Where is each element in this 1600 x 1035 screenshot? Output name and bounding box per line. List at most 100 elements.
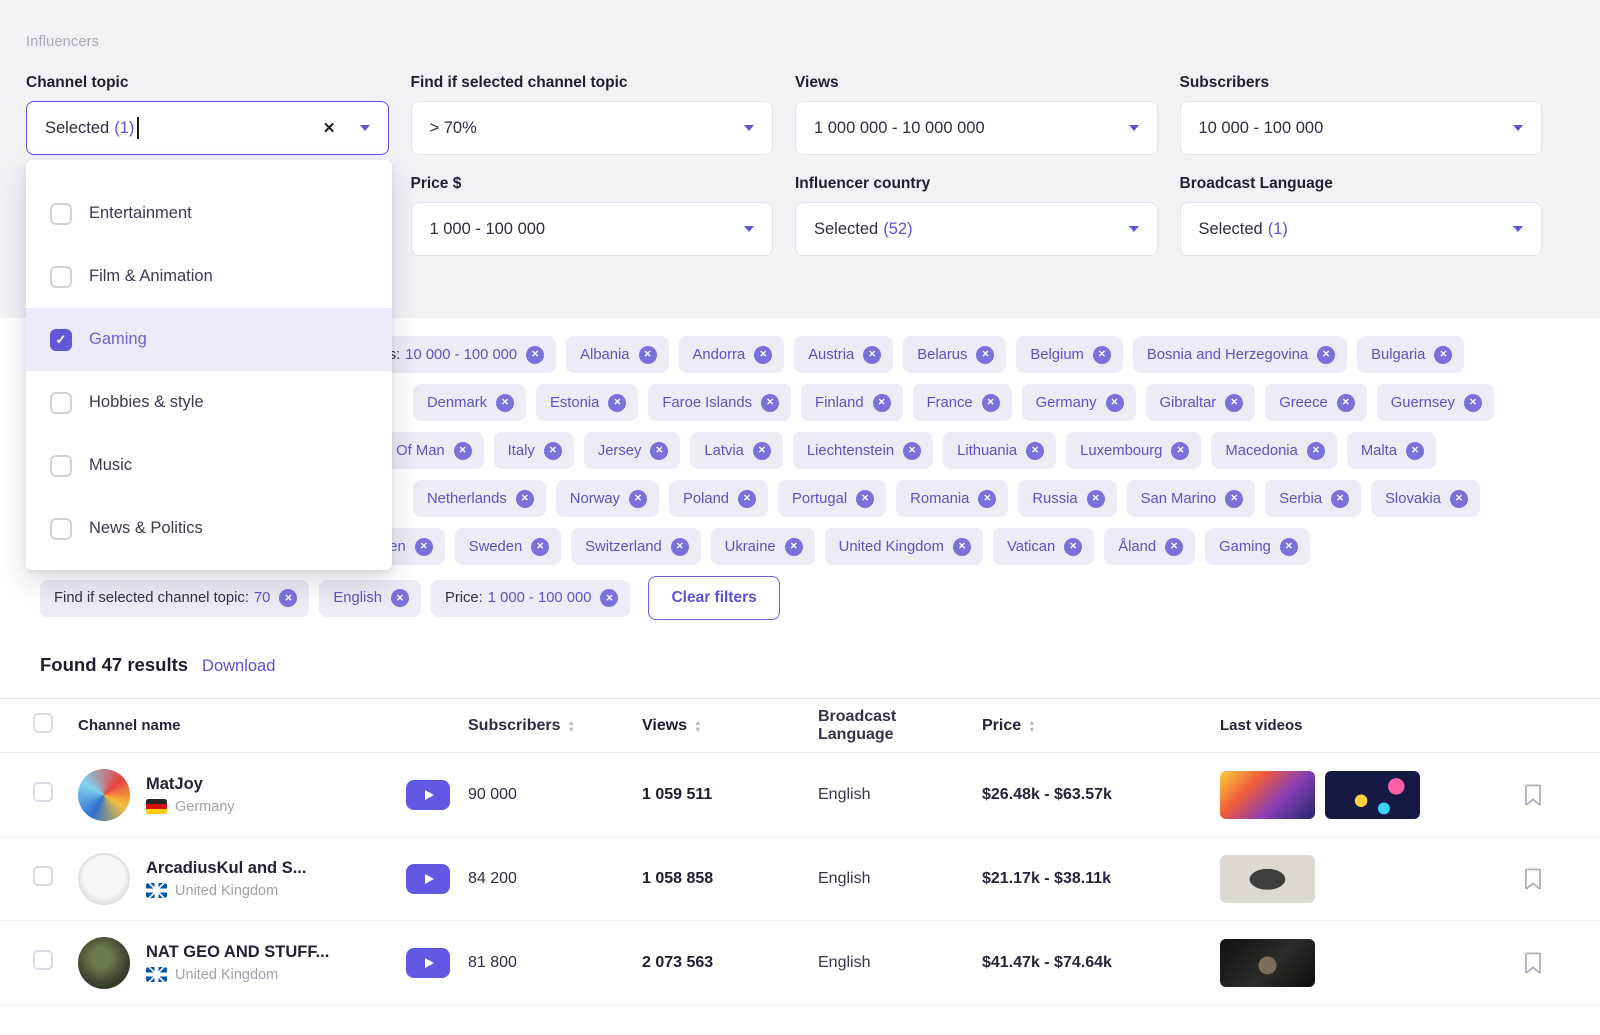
remove-chip-icon[interactable]: ✕ [516, 490, 534, 508]
remove-chip-icon[interactable]: ✕ [1337, 394, 1355, 412]
remove-chip-icon[interactable]: ✕ [600, 589, 618, 607]
remove-chip-icon[interactable]: ✕ [1225, 490, 1243, 508]
remove-chip-icon[interactable]: ✕ [978, 490, 996, 508]
channel-name[interactable]: ArcadiusKul and S... [146, 859, 306, 878]
filter-chip: Slovakia ✕ [1371, 480, 1480, 517]
channel-country: United Kingdom [175, 883, 278, 899]
bookmark-icon[interactable] [1523, 951, 1543, 975]
topic-option[interactable]: Hobbies & style [26, 371, 392, 434]
channel-name[interactable]: NAT GEO AND STUFF... [146, 943, 329, 962]
remove-chip-icon[interactable]: ✕ [1093, 346, 1111, 364]
remove-chip-icon[interactable]: ✕ [1434, 346, 1452, 364]
chip-value: Romania [910, 491, 969, 507]
remove-chip-icon[interactable]: ✕ [754, 346, 772, 364]
sort-icon[interactable] [567, 719, 574, 733]
bookmark-icon[interactable] [1523, 867, 1543, 891]
youtube-play-button[interactable] [406, 948, 450, 978]
remove-chip-icon[interactable]: ✕ [761, 394, 779, 412]
remove-chip-icon[interactable]: ✕ [856, 490, 874, 508]
video-thumbnail[interactable] [1325, 771, 1420, 819]
find-topic-select[interactable]: > 70% [411, 101, 774, 155]
remove-chip-icon[interactable]: ✕ [415, 538, 433, 556]
topic-option[interactable]: News & Politics [26, 497, 392, 560]
remove-chip-icon[interactable]: ✕ [608, 394, 626, 412]
video-thumbnail[interactable] [1220, 939, 1315, 987]
clear-selection-icon[interactable]: ✕ [323, 119, 336, 137]
remove-chip-icon[interactable]: ✕ [1317, 346, 1335, 364]
chip-value: Estonia [550, 395, 599, 411]
price-select[interactable]: 1 000 - 100 000 [411, 202, 774, 256]
remove-chip-icon[interactable]: ✕ [1406, 442, 1424, 460]
header-subscribers[interactable]: Subscribers [462, 717, 636, 735]
remove-chip-icon[interactable]: ✕ [903, 442, 921, 460]
row-checkbox[interactable] [33, 866, 53, 886]
remove-chip-icon[interactable]: ✕ [639, 346, 657, 364]
header-views[interactable]: Views [636, 717, 812, 735]
filter-price: Price $ 1 000 - 100 000 [411, 175, 774, 256]
checkbox-icon[interactable] [50, 455, 72, 477]
checkbox-icon[interactable]: ✓ [50, 329, 72, 351]
row-checkbox[interactable] [33, 950, 53, 970]
remove-chip-icon[interactable]: ✕ [976, 346, 994, 364]
sort-icon[interactable] [1028, 719, 1035, 733]
remove-chip-icon[interactable]: ✕ [650, 442, 668, 460]
subscribers-select[interactable]: 10 000 - 100 000 [1180, 101, 1543, 155]
remove-chip-icon[interactable]: ✕ [1026, 442, 1044, 460]
remove-chip-icon[interactable]: ✕ [1307, 442, 1325, 460]
sort-icon[interactable] [694, 719, 701, 733]
remove-chip-icon[interactable]: ✕ [279, 589, 297, 607]
remove-chip-icon[interactable]: ✕ [526, 346, 544, 364]
remove-chip-icon[interactable]: ✕ [785, 538, 803, 556]
channel-name[interactable]: MatJoy [146, 775, 235, 794]
remove-chip-icon[interactable]: ✕ [1087, 490, 1105, 508]
header-channel-name[interactable]: Channel name [68, 717, 400, 734]
remove-chip-icon[interactable]: ✕ [1106, 394, 1124, 412]
remove-chip-icon[interactable]: ✕ [738, 490, 756, 508]
remove-chip-icon[interactable]: ✕ [544, 442, 562, 460]
header-price[interactable]: Price [976, 717, 1196, 735]
country-select[interactable]: Selected (52) [795, 202, 1158, 256]
checkbox-icon[interactable] [50, 518, 72, 540]
remove-chip-icon[interactable]: ✕ [1165, 538, 1183, 556]
youtube-play-button[interactable] [406, 780, 450, 810]
remove-chip-icon[interactable]: ✕ [873, 394, 891, 412]
remove-chip-icon[interactable]: ✕ [753, 442, 771, 460]
video-thumbnail[interactable] [1220, 855, 1315, 903]
topic-option[interactable]: Film & Animation [26, 245, 392, 308]
remove-chip-icon[interactable]: ✕ [629, 490, 647, 508]
remove-chip-icon[interactable]: ✕ [1331, 490, 1349, 508]
remove-chip-icon[interactable]: ✕ [391, 589, 409, 607]
checkbox-icon[interactable] [50, 392, 72, 414]
topic-option[interactable]: ✓ Gaming [26, 308, 392, 371]
remove-chip-icon[interactable]: ✕ [454, 442, 472, 460]
youtube-play-button[interactable] [406, 864, 450, 894]
row-checkbox[interactable] [33, 782, 53, 802]
remove-chip-icon[interactable]: ✕ [1225, 394, 1243, 412]
video-thumbnail[interactable] [1220, 771, 1315, 819]
download-link[interactable]: Download [202, 657, 275, 676]
remove-chip-icon[interactable]: ✕ [1280, 538, 1298, 556]
remove-chip-icon[interactable]: ✕ [1171, 442, 1189, 460]
checkbox-icon[interactable] [50, 203, 72, 225]
channel-topic-select[interactable]: Selected (1) ✕ [26, 101, 389, 155]
clear-filters-button[interactable]: Clear filters [648, 576, 779, 620]
selected-value: 10 000 - 100 000 [1199, 119, 1514, 138]
bookmark-icon[interactable] [1523, 783, 1543, 807]
remove-chip-icon[interactable]: ✕ [1464, 394, 1482, 412]
topic-option[interactable]: Music [26, 434, 392, 497]
last-videos [1196, 771, 1490, 819]
select-all-checkbox[interactable] [33, 713, 53, 733]
remove-chip-icon[interactable]: ✕ [982, 394, 1000, 412]
topic-option[interactable]: Entertainment [26, 182, 392, 245]
language-select[interactable]: Selected (1) [1180, 202, 1543, 256]
views-select[interactable]: 1 000 000 - 10 000 000 [795, 101, 1158, 155]
remove-chip-icon[interactable]: ✕ [496, 394, 514, 412]
remove-chip-icon[interactable]: ✕ [1450, 490, 1468, 508]
remove-chip-icon[interactable]: ✕ [953, 538, 971, 556]
results-count: Found 47 results [40, 654, 188, 676]
remove-chip-icon[interactable]: ✕ [1064, 538, 1082, 556]
remove-chip-icon[interactable]: ✕ [863, 346, 881, 364]
remove-chip-icon[interactable]: ✕ [671, 538, 689, 556]
checkbox-icon[interactable] [50, 266, 72, 288]
remove-chip-icon[interactable]: ✕ [531, 538, 549, 556]
